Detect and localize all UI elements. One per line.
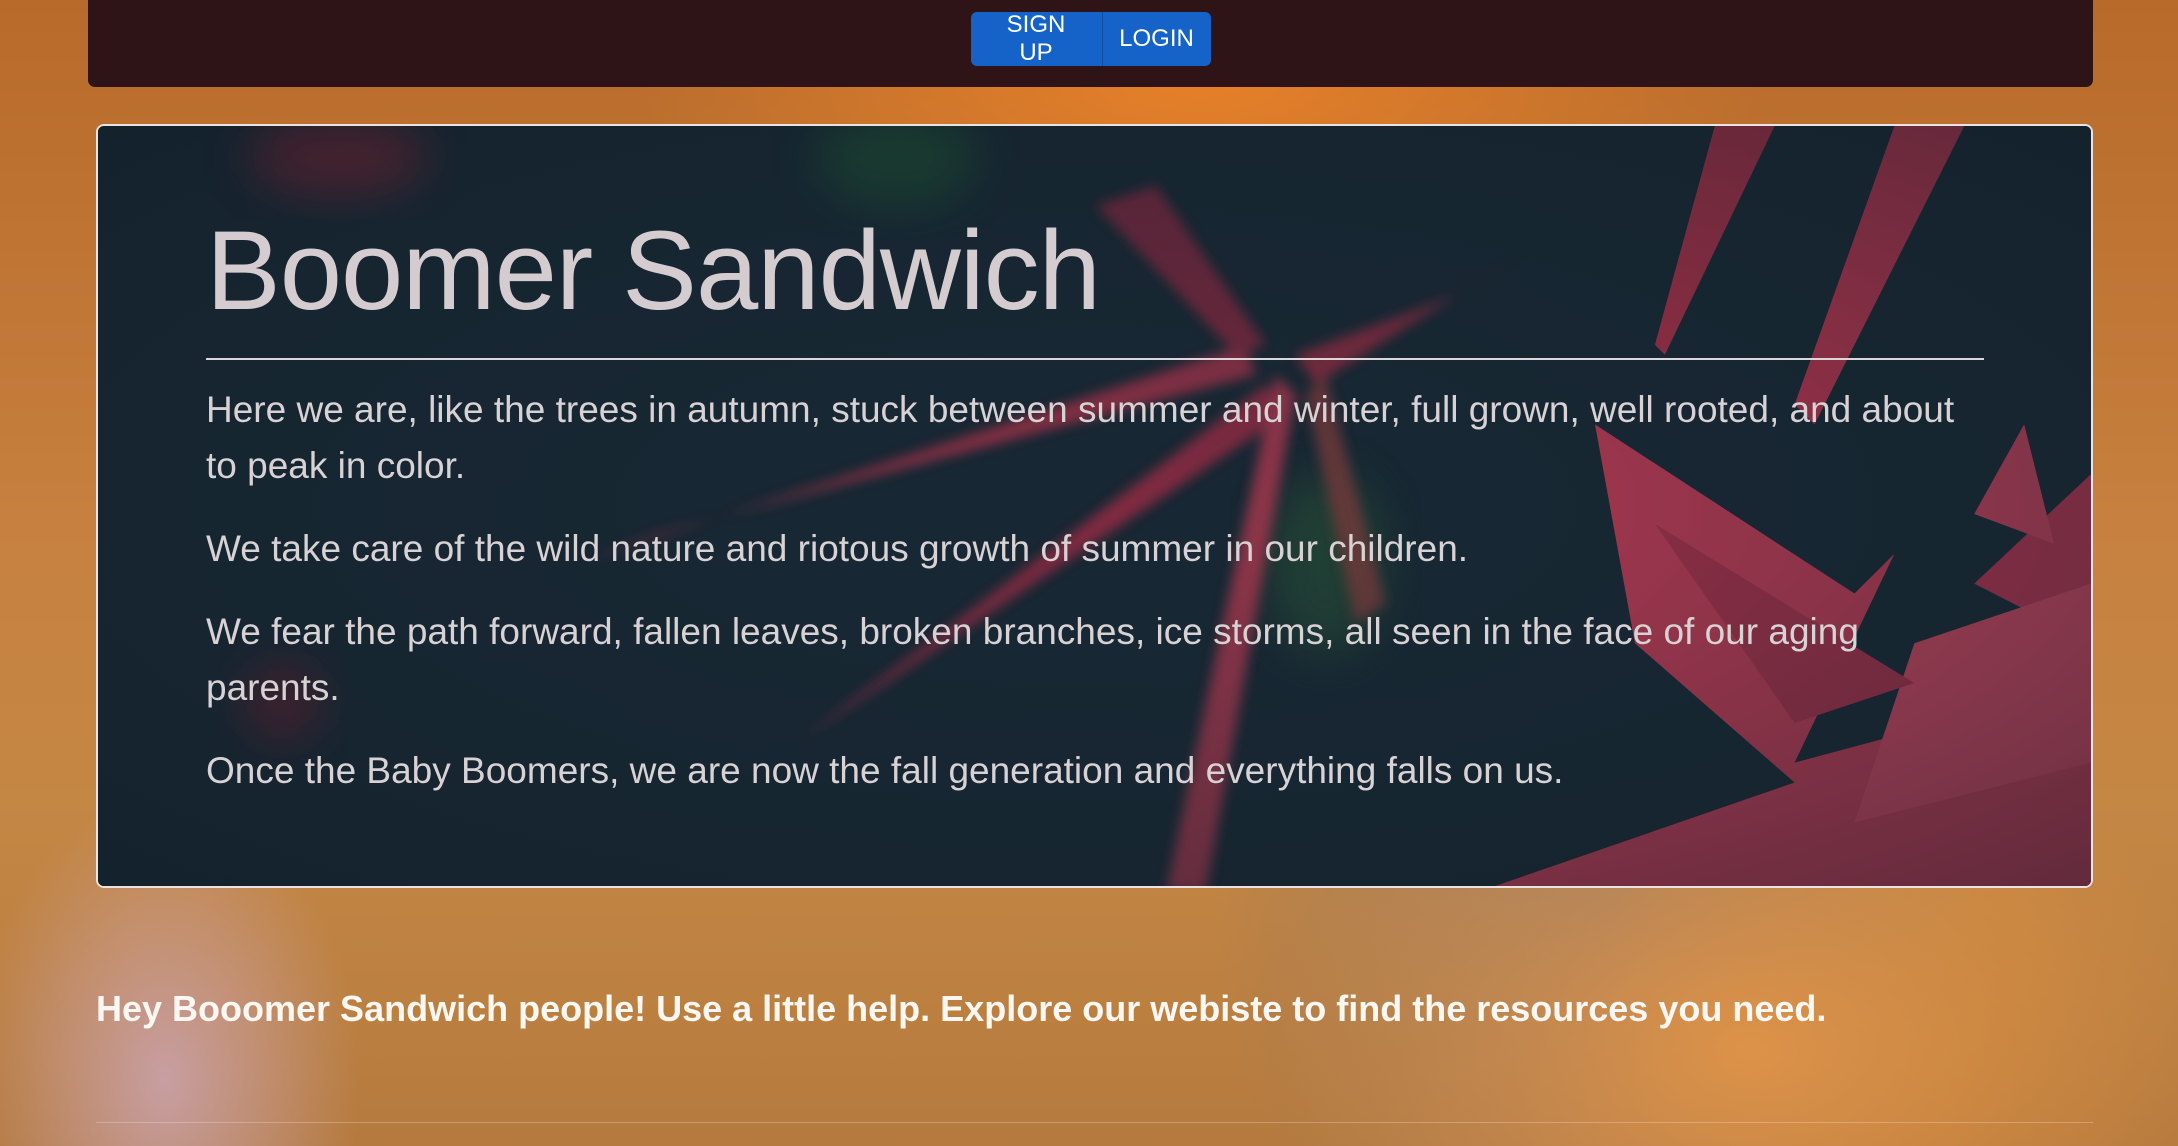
hero-paragraph-1: Here we are, like the trees in autumn, s… xyxy=(206,388,1955,486)
tagline-text: Hey Booomer Sandwich people! Use a littl… xyxy=(96,988,1827,1029)
top-navbar: SIGN UP LOGIN xyxy=(88,0,2093,87)
hero-paragraph-4: Once the Baby Boomers, we are now the fa… xyxy=(206,749,1564,791)
hero-content: Boomer Sandwich Here we are, like the tr… xyxy=(206,212,1984,826)
hero-title: Boomer Sandwich xyxy=(206,208,1101,333)
hero-jumbotron: Boomer Sandwich Here we are, like the tr… xyxy=(96,124,2093,888)
sign-up-button[interactable]: SIGN UP xyxy=(970,11,1103,66)
section-divider xyxy=(96,1122,2093,1123)
login-button[interactable]: LOGIN xyxy=(1102,12,1211,66)
hero-paragraph-3: We fear the path forward, fallen leaves,… xyxy=(206,610,1859,708)
hero-paragraph-2: We take care of the wild nature and riot… xyxy=(206,527,1469,569)
hero-divider xyxy=(206,357,1984,360)
